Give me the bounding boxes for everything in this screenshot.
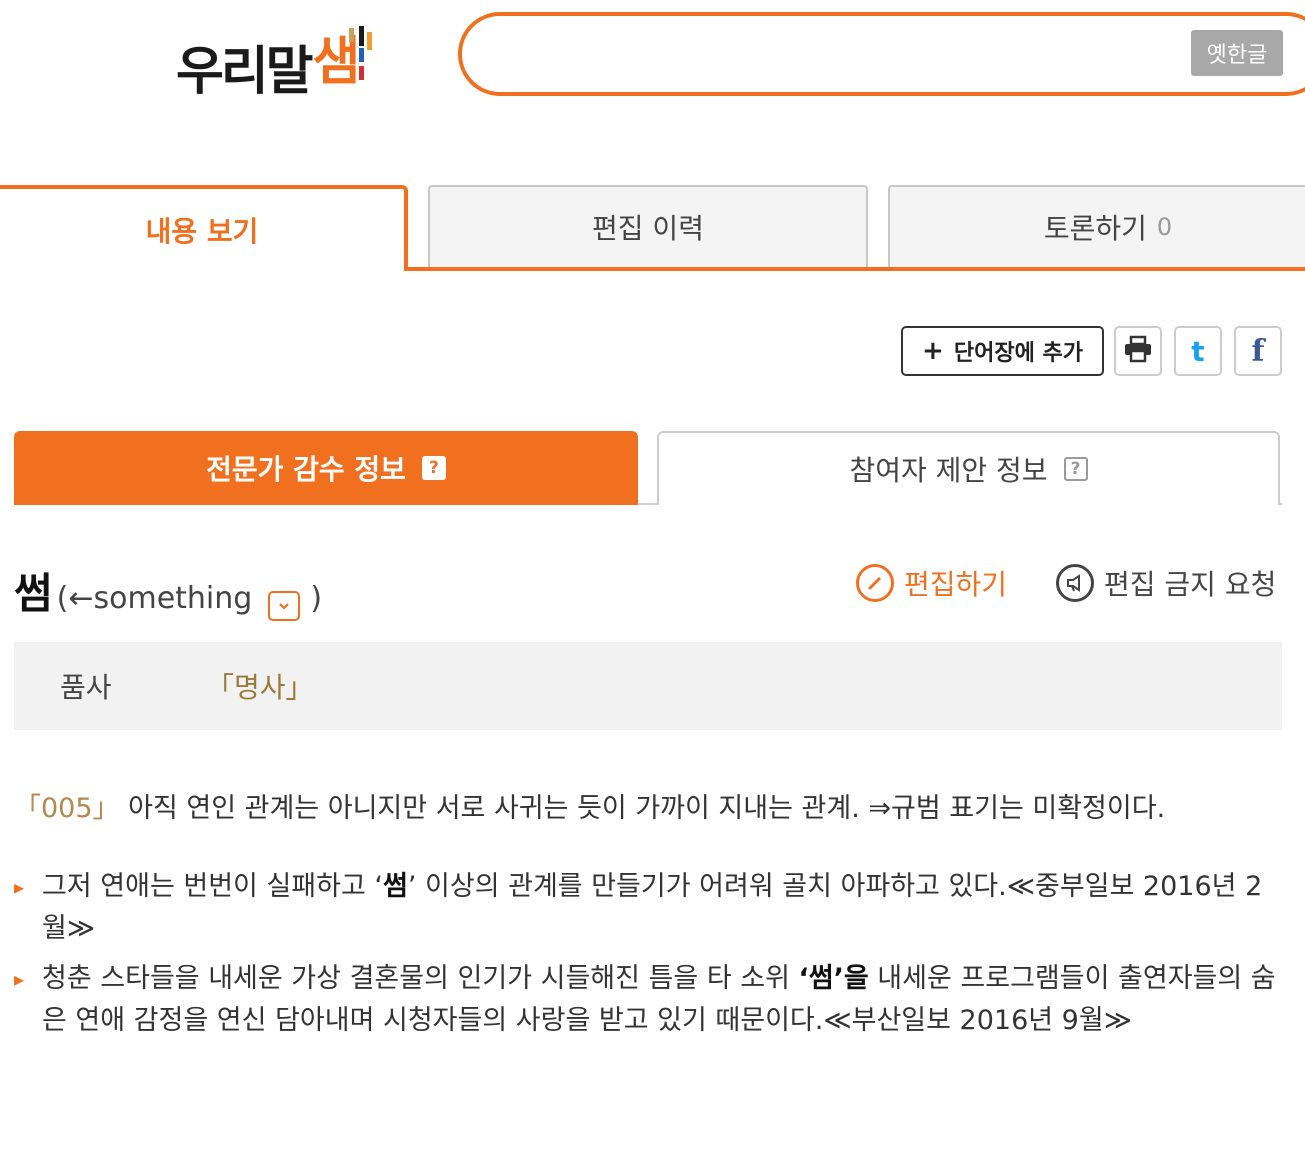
megaphone-icon xyxy=(1056,564,1094,602)
tab-label: 참여자 제안 정보 xyxy=(849,454,1048,487)
headword-origin-close: ) xyxy=(310,581,323,616)
example-list: ▸ 그저 연애는 번번이 실패하고 ‘썸’ 이상의 관계를 만들기가 어려워 골… xyxy=(14,866,1284,1050)
twitter-share-button[interactable]: t xyxy=(1174,326,1222,376)
edit-block-label: 편집 금지 요청 xyxy=(1104,568,1277,601)
search-box xyxy=(458,12,1305,96)
headword: 썸 (←something ) xyxy=(14,560,322,621)
tab-label: 내용 보기 xyxy=(145,215,259,248)
pos-label: 품사 xyxy=(60,671,112,704)
edit-button[interactable]: 편집하기 xyxy=(856,563,1007,603)
example-highlight: ‘썸’을 xyxy=(798,963,869,994)
tab-edit-history[interactable]: 편집 이력 xyxy=(428,185,868,267)
tab-user-suggestion-info[interactable]: 참여자 제안 정보 ? xyxy=(657,431,1280,505)
triangle-bullet-icon: ▸ xyxy=(14,967,25,991)
definition-text: 아직 연인 관계는 아니지만 서로 사귀는 듯이 가까이 지내는 관계. ⇒규범… xyxy=(119,793,1166,824)
add-to-wordbook-button[interactable]: + 단어장에 추가 xyxy=(901,326,1104,376)
search-input[interactable] xyxy=(502,34,1202,74)
pos-value: 「명사」 xyxy=(206,671,314,704)
facebook-icon: f xyxy=(1251,333,1265,369)
example-highlight: 썸 xyxy=(383,871,408,902)
example-item: ▸ 그저 연애는 번번이 실패하고 ‘썸’ 이상의 관계를 만들기가 어려워 골… xyxy=(14,866,1284,950)
tab-underline xyxy=(406,267,1305,271)
facebook-share-button[interactable]: f xyxy=(1234,326,1282,376)
tab-discussion[interactable]: 토론하기 0 xyxy=(888,185,1305,267)
printer-icon xyxy=(1123,335,1153,367)
pencil-icon xyxy=(856,564,894,602)
headword-origin: (←something xyxy=(56,581,253,616)
tab-label: 편집 이력 xyxy=(592,212,704,245)
print-button[interactable] xyxy=(1114,326,1162,376)
tab-expert-info[interactable]: 전문가 감수 정보 ? xyxy=(14,431,638,505)
edit-label: 편집하기 xyxy=(904,568,1008,601)
discussion-count: 0 xyxy=(1156,213,1173,241)
main-tabs: 내용 보기 편집 이력 토론하기 0 xyxy=(0,185,1305,271)
example-item: ▸ 청춘 스타들을 내세운 가상 결혼물의 인기가 시들해진 틈을 타 소위 ‘… xyxy=(14,958,1284,1042)
logo-mark: 샘 xyxy=(313,26,377,98)
help-icon[interactable]: ? xyxy=(421,456,446,480)
help-icon[interactable]: ? xyxy=(1063,457,1088,481)
definition-number: 「005」 xyxy=(14,793,120,824)
tab-label: 토론하기 xyxy=(1043,212,1147,245)
plus-icon: + xyxy=(922,336,944,366)
old-hangul-button[interactable]: 옛한글 xyxy=(1191,30,1283,76)
edit-block-request-button[interactable]: 편집 금지 요청 xyxy=(1056,563,1276,603)
twitter-icon: t xyxy=(1191,334,1205,368)
triangle-bullet-icon: ▸ xyxy=(14,875,25,899)
chevron-down-icon[interactable] xyxy=(268,591,301,621)
logo-text: 우리말 xyxy=(176,42,314,102)
headword-text: 썸 xyxy=(14,569,53,618)
add-to-wordbook-label: 단어장에 추가 xyxy=(953,341,1083,366)
part-of-speech-row: 품사 「명사」 xyxy=(14,642,1282,730)
tab-label: 전문가 감수 정보 xyxy=(206,453,406,486)
site-logo[interactable]: 우리말 샘 xyxy=(176,18,377,98)
definition: 「005」 아직 연인 관계는 아니지만 서로 사귀는 듯이 가까이 지내는 관… xyxy=(14,786,1165,825)
tab-view-content[interactable]: 내용 보기 xyxy=(0,185,408,271)
